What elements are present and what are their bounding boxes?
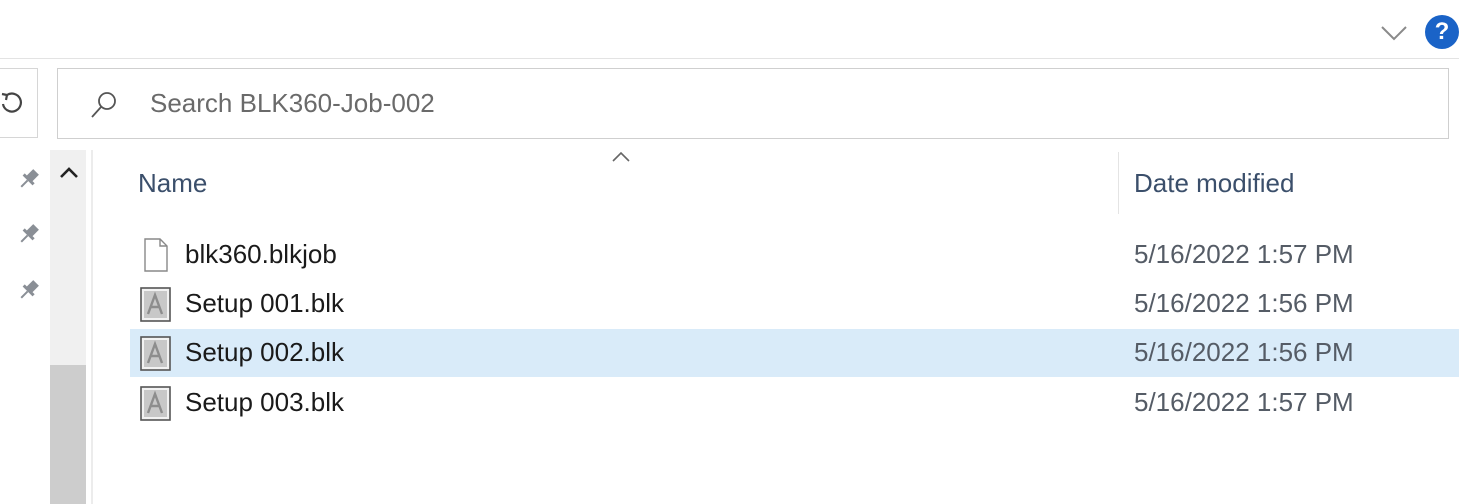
file-row[interactable]: blk360.blkjob 5/16/2022 1:57 PM: [130, 231, 1459, 279]
chevron-down-icon[interactable]: [1378, 20, 1410, 46]
pin-icon[interactable]: [16, 277, 42, 303]
blk-file-icon: [140, 336, 171, 371]
file-name: Setup 001.blk: [185, 288, 345, 318]
file-row[interactable]: Setup 003.blk 5/16/2022 1:57 PM: [130, 379, 1459, 427]
blk-file-icon: [140, 386, 171, 421]
file-name: Setup 003.blk: [185, 387, 345, 417]
column-divider[interactable]: [1118, 152, 1119, 214]
file-row-selected[interactable]: Setup 002.blk 5/16/2022 1:56 PM: [130, 329, 1459, 377]
file-date: 5/16/2022 1:57 PM: [1134, 387, 1354, 417]
file-date: 5/16/2022 1:57 PM: [1134, 239, 1354, 269]
help-icon[interactable]: ?: [1425, 15, 1459, 49]
search-box[interactable]: [57, 68, 1449, 139]
column-header-name[interactable]: Name: [138, 168, 207, 199]
file-date: 5/16/2022 1:56 PM: [1134, 288, 1354, 318]
file-date: 5/16/2022 1:56 PM: [1134, 337, 1354, 367]
ribbon-divider: [0, 58, 1459, 59]
search-icon: [91, 92, 116, 118]
search-input[interactable]: [150, 83, 1350, 123]
file-name: Setup 002.blk: [185, 337, 345, 367]
pin-icon[interactable]: [16, 166, 42, 192]
pane-divider[interactable]: [91, 150, 93, 504]
blk-file-icon: [140, 287, 171, 322]
chevron-up-icon: [609, 149, 633, 165]
refresh-button[interactable]: [0, 68, 38, 138]
file-name: blk360.blkjob: [185, 239, 337, 269]
nav-scroll-thumb[interactable]: [50, 365, 86, 504]
file-row[interactable]: Setup 001.blk 5/16/2022 1:56 PM: [130, 280, 1459, 328]
column-header-date-modified[interactable]: Date modified: [1134, 168, 1294, 199]
refresh-icon: [1, 92, 22, 113]
chevron-up-icon[interactable]: [52, 158, 86, 188]
pin-icon[interactable]: [16, 221, 42, 247]
blank-file-icon: [144, 238, 168, 272]
